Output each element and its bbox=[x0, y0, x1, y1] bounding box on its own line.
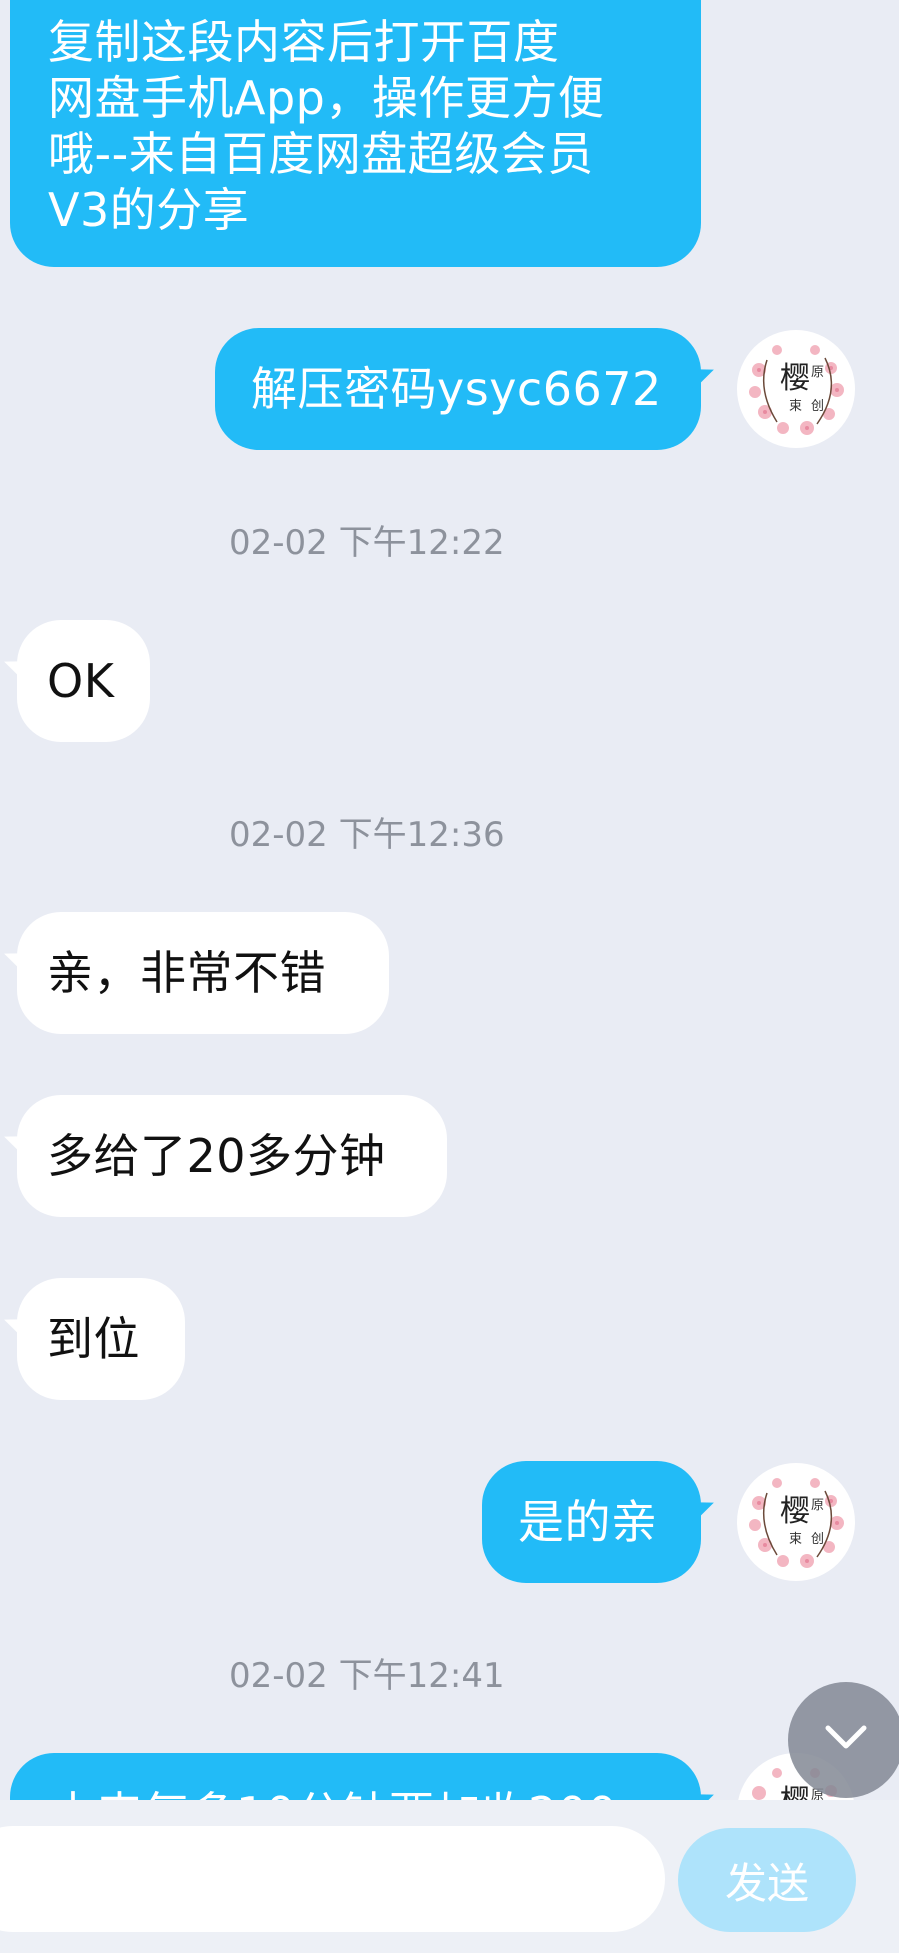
avatar-main-char: 樱 bbox=[780, 1784, 810, 1800]
message-timestamp: 02-02 下午12:36 bbox=[229, 815, 505, 855]
chevron-down-icon bbox=[824, 1724, 868, 1756]
message-bubble-outgoing[interactable]: 是的亲 bbox=[482, 1461, 701, 1583]
message-bubble-outgoing[interactable]: 本来每多10分钟要加收200 bbox=[10, 1753, 701, 1800]
message-line: V3的分享 bbox=[48, 183, 250, 237]
chat-history[interactable]: 复制这段内容后打开百度 网盘手机App，操作更方便 哦--来自百度网盘超级会员 … bbox=[0, 0, 899, 1800]
message-bubble-outgoing[interactable]: 解压密码ysyc6672 bbox=[215, 328, 701, 450]
svg-text:原: 原 bbox=[811, 1498, 824, 1513]
message-line: 哦--来自百度网盘超级会员 bbox=[48, 127, 594, 181]
message-bubble-incoming[interactable]: 到位 bbox=[17, 1278, 185, 1400]
message-bubble-incoming[interactable]: 亲，非常不错 bbox=[17, 912, 389, 1034]
svg-text:创: 创 bbox=[811, 399, 824, 414]
message-input[interactable] bbox=[0, 1826, 665, 1932]
send-button[interactable]: 发送 bbox=[678, 1828, 856, 1932]
avatar-main-char: 樱 bbox=[780, 1494, 810, 1529]
message-text: 本来每多10分钟要加收200 bbox=[50, 1787, 617, 1800]
message-bubble-outgoing[interactable]: 复制这段内容后打开百度 网盘手机App，操作更方便 哦--来自百度网盘超级会员 … bbox=[10, 0, 701, 267]
svg-text:束: 束 bbox=[789, 1532, 802, 1547]
svg-text:创: 创 bbox=[811, 1532, 824, 1547]
svg-text:原: 原 bbox=[811, 365, 824, 380]
avatar[interactable]: 樱 原 束 创 bbox=[737, 330, 855, 448]
message-text: 亲，非常不错 bbox=[47, 946, 326, 1000]
message-line: 网盘手机App，操作更方便 bbox=[48, 71, 605, 125]
message-text: 解压密码ysyc6672 bbox=[251, 362, 662, 416]
avatar-main-char: 樱 bbox=[780, 361, 810, 396]
message-text: 多给了20多分钟 bbox=[47, 1129, 386, 1183]
message-bubble-incoming[interactable]: 多给了20多分钟 bbox=[17, 1095, 447, 1217]
scroll-to-bottom-button[interactable] bbox=[788, 1682, 899, 1798]
message-timestamp: 02-02 下午12:41 bbox=[229, 1656, 505, 1696]
message-text: 到位 bbox=[47, 1312, 140, 1366]
message-line: 复制这段内容后打开百度 bbox=[48, 15, 560, 69]
message-text: OK bbox=[47, 654, 115, 708]
message-bubble-incoming[interactable]: OK bbox=[17, 620, 150, 742]
message-composer: 发送 bbox=[0, 1800, 899, 1953]
svg-text:束: 束 bbox=[789, 399, 802, 414]
avatar[interactable]: 樱 原 束 创 bbox=[737, 1463, 855, 1581]
message-timestamp: 02-02 下午12:22 bbox=[229, 523, 505, 563]
message-text: 是的亲 bbox=[518, 1495, 658, 1549]
